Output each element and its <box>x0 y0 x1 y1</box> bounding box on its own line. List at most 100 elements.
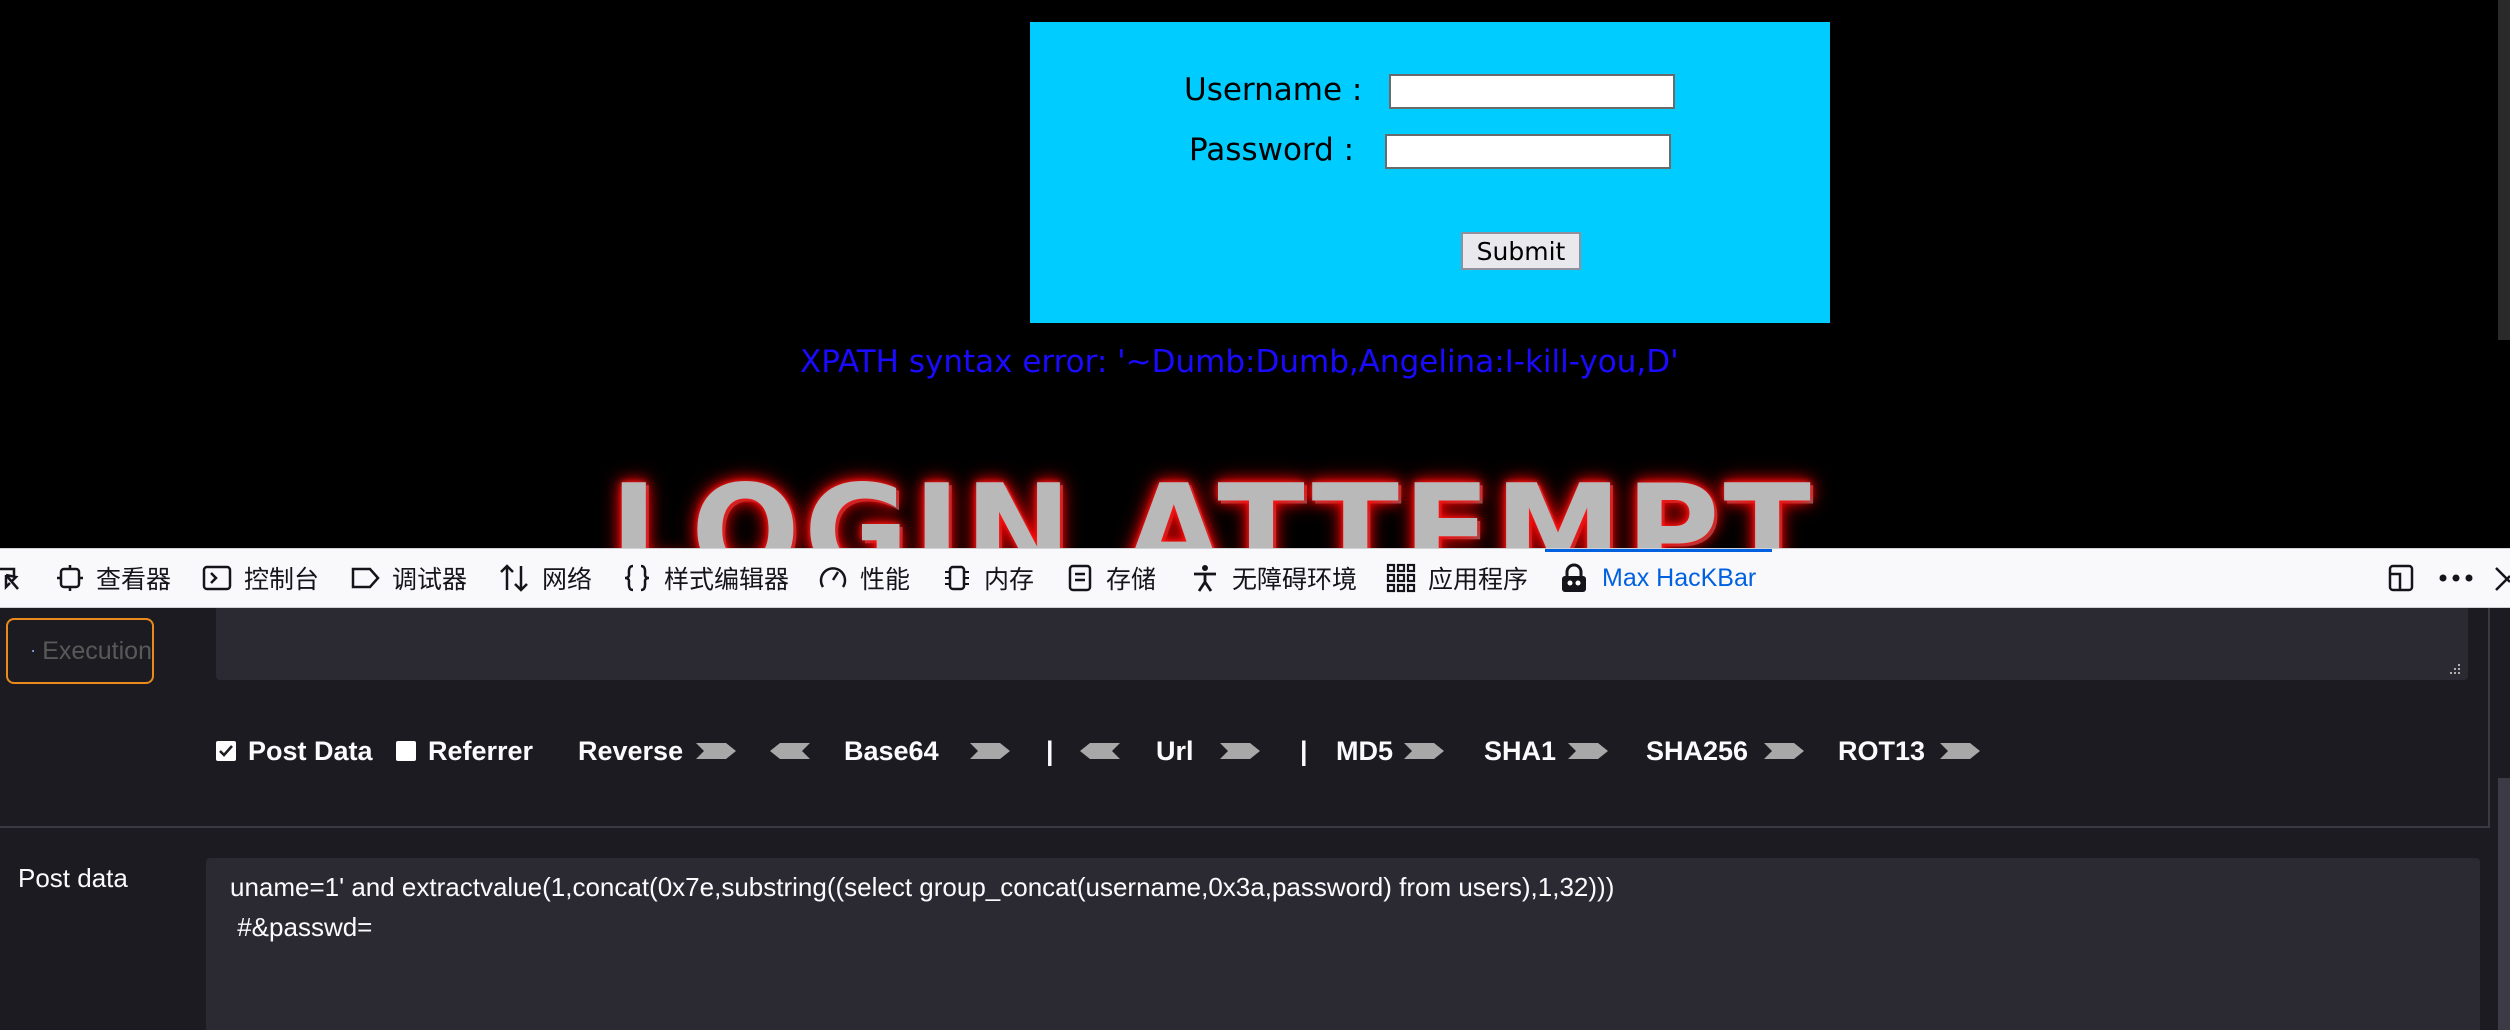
submit-button[interactable]: Submit <box>1461 232 1581 270</box>
tab-network[interactable]: 网络 <box>498 549 592 607</box>
post-data-textarea[interactable]: uname=1' and extractvalue(1,concat(0x7e,… <box>206 858 2480 1030</box>
tab-style-editor[interactable]: 样式编辑器 <box>622 549 789 607</box>
hackbar-icon <box>1562 563 1586 592</box>
network-icon <box>500 564 528 592</box>
referrer-label: Referrer <box>428 735 534 766</box>
console-icon <box>202 565 232 591</box>
resize-grip-icon[interactable] <box>2448 662 2462 676</box>
tab-label: 网络 <box>542 566 593 594</box>
active-tab-indicator <box>1545 549 1772 552</box>
rot13-button[interactable]: ROT13 <box>1838 726 1925 776</box>
separator: | <box>1300 735 1308 766</box>
url-label: Url <box>1156 735 1194 766</box>
tab-label: Max HacKBar <box>1602 563 1757 592</box>
url-button[interactable]: Url <box>1156 726 1194 776</box>
md5-label: MD5 <box>1336 735 1394 766</box>
arrow-right-icon[interactable] <box>1938 739 1982 763</box>
devtools-toolbar: 查看器 控制台 调试器 网络 样式编辑器 性能 内存 存储 无障碍环境 应用程序 <box>0 548 2510 608</box>
more-options-icon <box>2439 574 2473 582</box>
style-editor-icon <box>624 564 650 592</box>
tab-inspector[interactable]: 查看器 <box>56 549 171 607</box>
username-label: Username : <box>1184 72 1363 108</box>
close-icon <box>2495 567 2510 591</box>
post-data-line: uname=1' and extractvalue(1,concat(0x7e,… <box>230 872 1615 902</box>
tab-storage[interactable]: 存储 <box>1066 549 1156 607</box>
banner-text: LOGIN ATTEMPT <box>610 458 1815 548</box>
post-data-line: #&passwd= <box>230 912 373 942</box>
panel-divider-vertical <box>2488 608 2490 828</box>
reverse-button[interactable]: Reverse <box>578 726 683 776</box>
md5-button[interactable]: MD5 <box>1336 726 1393 776</box>
tab-label: 样式编辑器 <box>664 566 790 594</box>
sha256-button[interactable]: SHA256 <box>1646 726 1748 776</box>
arrow-right-icon[interactable] <box>694 739 738 763</box>
tab-accessibility[interactable]: 无障碍环境 <box>1190 549 1357 607</box>
more-options-button[interactable] <box>2438 549 2474 607</box>
dock-side-icon <box>2388 564 2414 592</box>
checkmark-icon <box>219 745 233 757</box>
hackbar-options: Post Data Referrer Reverse Base64 | Url … <box>216 726 2316 776</box>
tab-label: 性能 <box>860 566 911 594</box>
url-textarea[interactable] <box>216 608 2468 680</box>
storage-icon <box>1068 564 1092 592</box>
close-devtools-button[interactable] <box>2494 549 2510 607</box>
tab-debugger[interactable]: 调试器 <box>350 549 467 607</box>
inspector-icon <box>57 565 83 591</box>
application-icon <box>1386 563 1416 593</box>
element-picker-icon <box>0 567 19 591</box>
post-data-label: Post Data <box>248 735 373 766</box>
tab-label: 查看器 <box>96 566 172 594</box>
tab-performance[interactable]: 性能 <box>818 549 910 607</box>
post-data-section-label: Post data <box>18 863 128 893</box>
hackbar-panel: Execution Post Data Referrer Reverse Bas… <box>0 608 2510 1030</box>
tab-console[interactable]: 控制台 <box>202 549 319 607</box>
base64-button[interactable]: Base64 <box>844 726 939 776</box>
login-form: Username : Password : Submit <box>1030 22 1830 323</box>
reverse-label: Reverse <box>578 735 684 766</box>
username-input[interactable] <box>1389 74 1675 109</box>
execution-label: Execution <box>42 636 152 665</box>
memory-icon <box>945 565 969 591</box>
arrow-right-icon[interactable] <box>1218 739 1262 763</box>
accessibility-icon <box>1194 565 1216 592</box>
tab-label: 无障碍环境 <box>1232 566 1358 594</box>
sha1-label: SHA1 <box>1484 735 1557 766</box>
post-data-checkbox[interactable] <box>216 741 236 761</box>
play-icon <box>32 649 35 653</box>
base64-label: Base64 <box>844 735 939 766</box>
page-scrollbar[interactable] <box>2498 0 2510 340</box>
login-attempt-banner: LOGIN ATTEMPT <box>600 458 1870 548</box>
panel-divider <box>0 826 2490 828</box>
password-input[interactable] <box>1385 134 1671 169</box>
referrer-toggle[interactable]: Referrer <box>396 726 533 776</box>
error-message: XPATH syntax error: '~Dumb:Dumb,Angelina… <box>800 344 1679 380</box>
sha1-button[interactable]: SHA1 <box>1484 726 1556 776</box>
tab-label: 应用程序 <box>1428 566 1529 594</box>
tab-label: 内存 <box>984 566 1035 594</box>
execution-button[interactable]: Execution <box>6 618 154 684</box>
tab-max-hackbar[interactable]: Max HacKBar <box>1558 549 1756 607</box>
panel-scrollbar[interactable] <box>2498 778 2510 1030</box>
performance-icon <box>819 567 847 588</box>
arrow-right-icon[interactable] <box>1402 739 1446 763</box>
tab-memory[interactable]: 内存 <box>942 549 1034 607</box>
arrow-right-icon[interactable] <box>1762 739 1806 763</box>
sha256-label: SHA256 <box>1646 735 1749 766</box>
arrow-right-icon[interactable] <box>1566 739 1610 763</box>
post-data-toggle[interactable]: Post Data <box>216 726 373 776</box>
element-picker-button[interactable] <box>0 549 36 607</box>
arrow-left-icon[interactable] <box>1078 739 1122 763</box>
dock-side-button[interactable] <box>2386 549 2416 607</box>
tab-application[interactable]: 应用程序 <box>1386 549 1528 607</box>
arrow-right-icon[interactable] <box>968 739 1012 763</box>
tab-label: 存储 <box>1106 566 1157 594</box>
web-page: Username : Password : Submit XPATH synta… <box>0 0 2510 548</box>
arrow-left-icon[interactable] <box>768 739 812 763</box>
separator: | <box>1046 735 1054 766</box>
rot13-label: ROT13 <box>1838 735 1926 766</box>
tab-label: 调试器 <box>392 566 468 594</box>
password-label: Password : <box>1189 132 1355 168</box>
debugger-icon <box>351 567 380 589</box>
referrer-checkbox[interactable] <box>396 741 416 761</box>
tab-label: 控制台 <box>244 566 320 594</box>
